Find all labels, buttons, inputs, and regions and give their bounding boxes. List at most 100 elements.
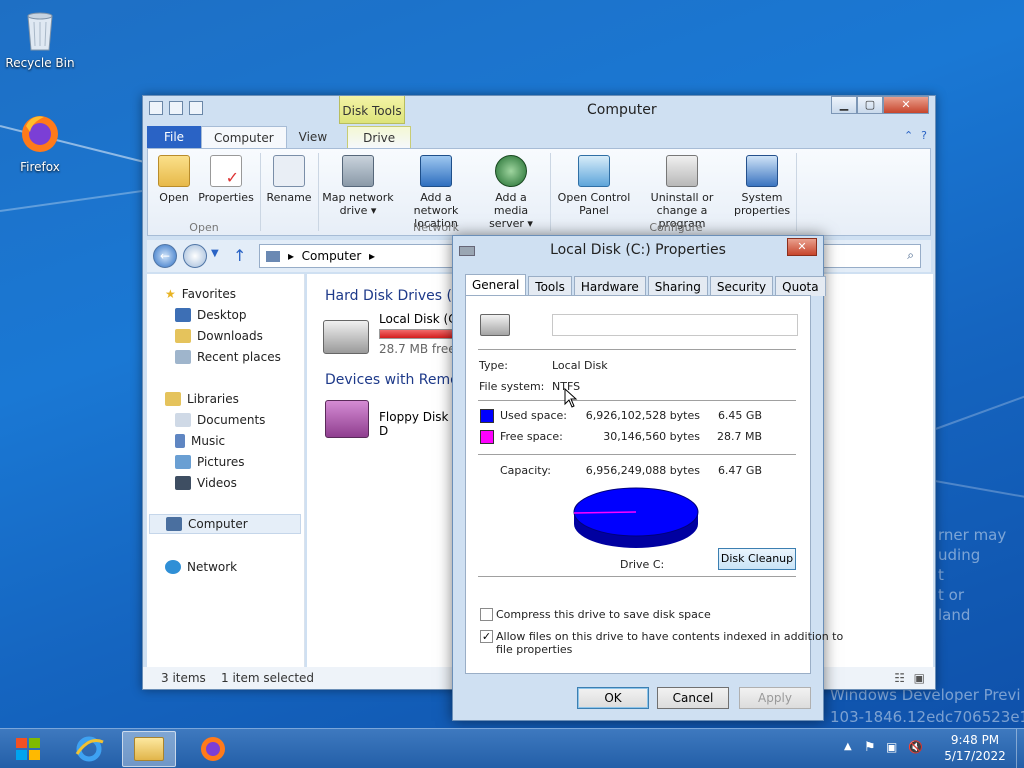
close-button[interactable]: ✕ bbox=[883, 96, 929, 114]
tab-file[interactable]: File bbox=[147, 126, 201, 148]
help-icon[interactable]: ? bbox=[921, 129, 927, 142]
up-button[interactable]: ↑ bbox=[233, 246, 246, 265]
system-properties-button[interactable]: System properties bbox=[734, 155, 790, 217]
nav-label: Pictures bbox=[197, 455, 245, 469]
volume-muted-icon[interactable]: 🔇 bbox=[908, 740, 923, 754]
nav-downloads[interactable]: Downloads bbox=[175, 326, 263, 346]
minimize-button[interactable]: ▁ bbox=[831, 96, 857, 114]
hard-drive-icon bbox=[480, 314, 510, 336]
clock[interactable]: 9:48 PM 5/17/2022 bbox=[940, 732, 1010, 764]
watermark-line: land bbox=[938, 606, 971, 624]
network-status-icon[interactable]: ▣ bbox=[886, 740, 897, 754]
nav-label: Computer bbox=[188, 517, 248, 531]
taskbar-file-explorer[interactable] bbox=[122, 731, 176, 767]
taskbar-firefox[interactable] bbox=[186, 731, 240, 767]
show-desktop-button[interactable] bbox=[1016, 729, 1024, 768]
tab-hardware[interactable]: Hardware bbox=[573, 276, 646, 296]
system-tray: ▲ ⚑ ▣ 🔇 9:48 PM 5/17/2022 bbox=[834, 729, 1024, 768]
properties-icon: ✓ bbox=[210, 155, 242, 187]
capacity-bytes: 6,956,249,088 bytes bbox=[585, 464, 700, 477]
rename-icon bbox=[273, 155, 305, 187]
map-network-drive-button[interactable]: Map network drive ▾ bbox=[322, 155, 394, 217]
desktop-icon-label: Firefox bbox=[20, 160, 60, 174]
tab-sharing[interactable]: Sharing bbox=[647, 276, 708, 296]
forward-button[interactable] bbox=[183, 244, 207, 268]
nav-favorites[interactable]: ★ Favorites bbox=[165, 284, 236, 304]
desktop-firefox[interactable]: Firefox bbox=[0, 112, 80, 174]
nav-network[interactable]: Network bbox=[165, 557, 237, 577]
taskbar-internet-explorer[interactable] bbox=[62, 731, 116, 767]
nav-desktop[interactable]: Desktop bbox=[175, 305, 247, 325]
clock-date: 5/17/2022 bbox=[944, 749, 1006, 763]
group-network: Network bbox=[413, 221, 459, 234]
network-location-icon bbox=[420, 155, 452, 187]
disk-usage-pie-chart bbox=[573, 487, 699, 548]
nav-libraries[interactable]: Libraries bbox=[165, 389, 239, 409]
add-network-location-button[interactable]: Add a network location bbox=[398, 155, 474, 230]
properties-dialog[interactable]: Local Disk (C:) Properties ✕ General Too… bbox=[452, 235, 843, 721]
breadcrumb[interactable]: Computer bbox=[302, 249, 362, 263]
uninstall-program-button[interactable]: Uninstall or change a program bbox=[634, 155, 730, 230]
windows-logo-icon bbox=[16, 738, 40, 760]
firefox-icon bbox=[201, 737, 225, 761]
index-label: Allow files on this drive to have conten… bbox=[496, 630, 844, 643]
desktop-recycle-bin[interactable]: Recycle Bin bbox=[0, 8, 80, 70]
tab-general[interactable]: General bbox=[465, 274, 527, 296]
back-button[interactable]: ← bbox=[153, 244, 177, 268]
collapse-ribbon-icon[interactable]: ⌃ bbox=[904, 129, 913, 142]
properties-icon[interactable] bbox=[169, 101, 183, 115]
nav-computer[interactable]: Computer bbox=[149, 514, 301, 534]
show-hidden-icons-chevron-icon[interactable]: ▲ bbox=[844, 741, 852, 752]
open-control-panel-button[interactable]: Open Control Panel bbox=[556, 155, 632, 217]
ribbon-tabs: File Computer View Drive bbox=[147, 126, 931, 148]
nav-label: Videos bbox=[197, 476, 237, 490]
large-icons-view-icon[interactable]: ▣ bbox=[914, 667, 925, 689]
start-button[interactable] bbox=[0, 731, 56, 767]
nav-pictures[interactable]: Pictures bbox=[175, 452, 245, 472]
used-space-gb: 6.45 GB bbox=[717, 409, 762, 422]
new-folder-icon[interactable] bbox=[189, 101, 203, 115]
used-space-bytes: 6,926,102,528 bytes bbox=[585, 409, 700, 422]
ie-icon bbox=[75, 736, 104, 762]
downloads-icon bbox=[175, 329, 191, 343]
computer-icon[interactable] bbox=[149, 101, 163, 115]
tab-computer[interactable]: Computer bbox=[201, 126, 287, 148]
apply-button[interactable]: Apply bbox=[739, 687, 811, 709]
control-panel-icon bbox=[578, 155, 610, 187]
tab-drive[interactable]: Drive bbox=[347, 126, 412, 148]
disk-cleanup-button[interactable]: Disk Cleanup bbox=[718, 548, 796, 570]
tab-tools[interactable]: Tools bbox=[528, 276, 572, 296]
nav-videos[interactable]: Videos bbox=[175, 473, 237, 493]
compress-checkbox[interactable] bbox=[480, 608, 493, 621]
desktop-icon-label: Recycle Bin bbox=[5, 56, 75, 70]
recent-pages-dropdown[interactable]: ▼ bbox=[211, 248, 219, 259]
rename-button[interactable]: Rename bbox=[266, 155, 312, 204]
tab-quota[interactable]: Quota bbox=[775, 276, 826, 296]
tab-view[interactable]: View bbox=[287, 126, 339, 148]
explorer-titlebar[interactable]: Disk Tools Computer ▁ ▢ ✕ bbox=[143, 96, 935, 124]
ok-button[interactable]: OK bbox=[577, 687, 649, 709]
tab-security[interactable]: Security bbox=[709, 276, 774, 296]
open-button[interactable]: Open bbox=[154, 155, 194, 204]
maximize-button[interactable]: ▢ bbox=[857, 96, 883, 114]
action-center-flag-icon[interactable]: ⚑ bbox=[864, 740, 876, 755]
nav-music[interactable]: Music bbox=[175, 431, 225, 451]
network-icon bbox=[165, 560, 181, 574]
computer-icon bbox=[266, 251, 280, 262]
watermark-line: rner may bbox=[938, 526, 1007, 544]
details-view-icon[interactable]: ☷ bbox=[894, 667, 905, 689]
floppy-disk-tile[interactable]: Floppy Disk D bbox=[319, 396, 459, 448]
nav-recent-places[interactable]: Recent places bbox=[175, 347, 281, 367]
index-checkbox[interactable]: ✓ bbox=[480, 630, 493, 643]
system-properties-label: System bbox=[741, 191, 783, 204]
nav-documents[interactable]: Documents bbox=[175, 410, 265, 430]
search-input[interactable]: ⌕ bbox=[821, 244, 921, 268]
cancel-button[interactable]: Cancel bbox=[657, 687, 729, 709]
index-label-continued: file properties bbox=[496, 643, 573, 656]
properties-button[interactable]: ✓ Properties bbox=[198, 155, 254, 204]
dialog-close-button[interactable]: ✕ bbox=[787, 238, 817, 256]
free-space-bytes: 30,146,560 bytes bbox=[603, 430, 700, 443]
add-media-server-button[interactable]: Add a media server ▾ bbox=[478, 155, 544, 230]
arrow-left-icon: ← bbox=[159, 249, 171, 263]
drive-label-input[interactable] bbox=[552, 314, 798, 336]
